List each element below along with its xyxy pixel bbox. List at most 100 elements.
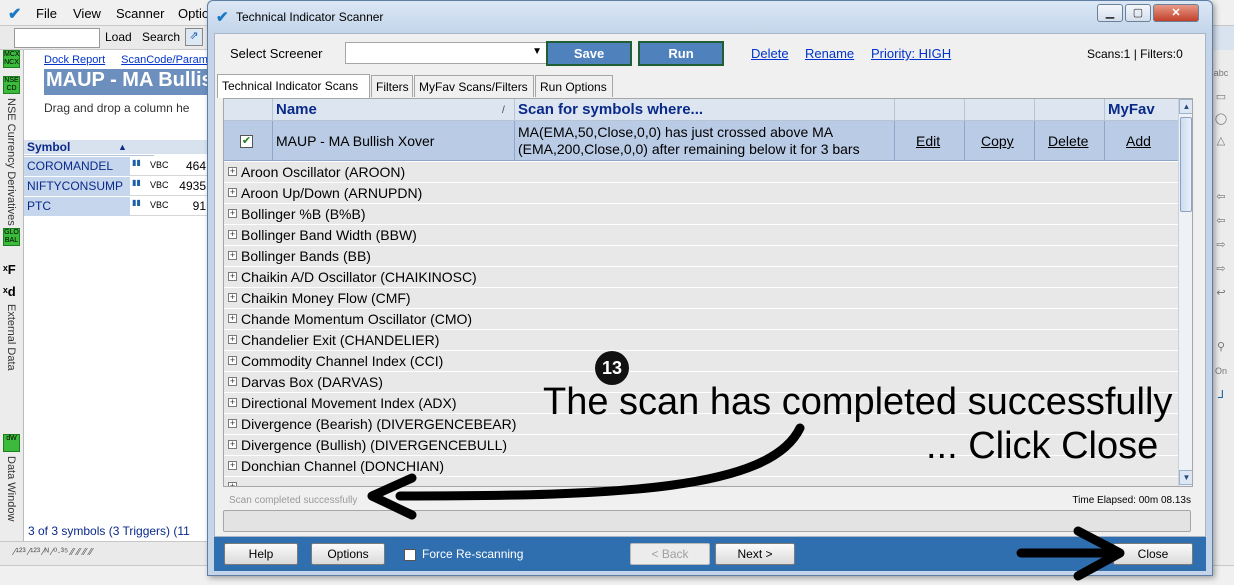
data-window-badge[interactable]: dW <box>3 434 20 452</box>
formula-icon[interactable]: ˣF <box>3 262 16 277</box>
data-window-tab[interactable]: Data Window <box>5 456 17 521</box>
symbol-search-input[interactable] <box>14 28 100 48</box>
indicator-row[interactable]: + Aroon Oscillator (AROON) <box>224 162 1178 183</box>
expand-icon[interactable]: + <box>228 419 237 428</box>
indicator-row[interactable]: + Bollinger Bands (BB) <box>224 246 1178 267</box>
arrow-return-tool-icon[interactable]: ↩ <box>1213 286 1229 302</box>
screener-dropdown[interactable]: ▼ <box>345 42 547 64</box>
scan-condition-column-header[interactable]: Scan for symbols where... <box>518 101 703 118</box>
expand-icon[interactable]: + <box>228 209 237 218</box>
ellipse-tool-icon[interactable]: ◯ <box>1213 112 1229 128</box>
arrow-left-tool-icon[interactable]: ⇦ <box>1213 190 1229 206</box>
window-close-button[interactable]: ✕ <box>1153 4 1199 22</box>
mcx-badge[interactable]: MCX NCX <box>3 50 20 68</box>
selected-scan-row[interactable]: ✔ MAUP - MA Bullish Xover MA(EMA,50,Clos… <box>224 121 1178 161</box>
expand-icon[interactable]: + <box>228 377 237 386</box>
indicator-label: Divergence (Bullish) (DIVERGENCEBULL) <box>241 437 508 453</box>
save-button[interactable]: Save <box>546 41 632 66</box>
expand-icon[interactable]: + <box>228 356 237 365</box>
tab-filters[interactable]: Filters <box>371 75 413 97</box>
expand-icon[interactable]: + <box>228 251 237 260</box>
indicator-row[interactable]: + Chaikin A/D Oscillator (CHAIKINOSC) <box>224 267 1178 288</box>
expand-icon[interactable]: + <box>228 335 237 344</box>
tab-technical-indicator-scans[interactable]: Technical Indicator Scans <box>217 74 370 98</box>
arrow-right-tool-icon[interactable]: ⇨ <box>1213 238 1229 254</box>
indicator-row[interactable]: + Chaikin Money Flow (CMF) <box>224 288 1178 309</box>
on-toggle[interactable]: On <box>1213 366 1229 382</box>
edit-link[interactable]: Edit <box>916 133 940 149</box>
add-myfav-link[interactable]: Add <box>1126 133 1151 149</box>
maximize-button[interactable]: ▢ <box>1125 4 1151 22</box>
expand-icon[interactable]: + <box>228 461 237 470</box>
copy-link[interactable]: Copy <box>981 133 1014 149</box>
tab-myfav-scans-filters[interactable]: MyFav Scans/Filters <box>414 75 534 97</box>
nse-currency-derivatives-tab[interactable]: NSE Currency Derivatives <box>5 98 17 226</box>
expand-icon[interactable]: + <box>228 398 237 407</box>
myfav-column-header[interactable]: MyFav <box>1108 101 1155 118</box>
text-tool-icon[interactable]: abc <box>1213 68 1229 84</box>
symbol-column-header[interactable]: Symbol ▲ <box>24 140 154 156</box>
symbol-row[interactable]: PTC ▮▮ VBC 91 <box>24 197 210 216</box>
expand-icon[interactable]: + <box>228 272 237 281</box>
dialog-titlebar[interactable]: ✔ Technical Indicator Scanner ▁ ▢ ✕ <box>208 1 1212 33</box>
scroll-up-icon[interactable]: ▲ <box>1179 99 1192 114</box>
expand-icon[interactable]: + <box>228 188 237 197</box>
delete-link[interactable]: Delete <box>751 46 789 61</box>
scroll-down-icon[interactable]: ▼ <box>1179 470 1192 485</box>
expand-icon[interactable]: + <box>228 293 237 302</box>
nse-cd-badge[interactable]: NSE CD <box>3 76 20 94</box>
external-data-tab[interactable]: External Data <box>5 304 17 371</box>
symbol-row[interactable]: COROMANDEL ▮▮ VBC 464 <box>24 157 210 176</box>
grid-vertical-scrollbar[interactable]: ▲ ▼ <box>1178 99 1192 486</box>
run-button[interactable]: Run <box>638 41 724 66</box>
load-button[interactable]: Load <box>105 30 132 44</box>
expand-icon[interactable]: + <box>228 440 237 449</box>
triangle-tool-icon[interactable]: △ <box>1213 134 1229 150</box>
rename-link[interactable]: Rename <box>805 46 854 61</box>
scrollbar-thumb[interactable] <box>1180 117 1192 212</box>
arrow-left2-tool-icon[interactable]: ⇦ <box>1213 214 1229 230</box>
indicator-row[interactable]: + Bollinger %B (B%B) <box>224 204 1178 225</box>
indicator-row[interactable]: + Chandelier Exit (CHANDELIER) <box>224 330 1178 351</box>
minimize-button[interactable]: ▁ <box>1097 4 1123 22</box>
symbol-row[interactable]: NIFTYCONSUMP ▮▮ VBC 4935 <box>24 177 210 196</box>
chart-icon[interactable]: ▮▮ <box>132 198 148 214</box>
indicator-row[interactable]: + Aroon Up/Down (ARNUPDN) <box>224 183 1178 204</box>
indicator-row[interactable]: + Bollinger Band Width (BBW) <box>224 225 1178 246</box>
properties-tool-icon[interactable]: ⅃ <box>1213 388 1229 404</box>
next-button[interactable]: Next > <box>715 543 795 565</box>
tab-run-options[interactable]: Run Options <box>535 75 613 97</box>
data-icon[interactable]: ˣd <box>3 284 16 299</box>
indicator-row[interactable]: + Chande Momentum Oscillator (CMO) <box>224 309 1178 330</box>
options-button[interactable]: Options <box>311 543 385 565</box>
rectangle-tool-icon[interactable]: ▭ <box>1213 90 1229 106</box>
menu-file[interactable]: File <box>36 6 57 21</box>
expand-icon[interactable]: + <box>228 482 237 486</box>
expand-icon[interactable]: + <box>228 167 237 176</box>
menu-options[interactable]: Optio <box>178 6 209 21</box>
drawing-tools-icon[interactable]: ⁄¹²³ ⁄¹²³ ⁄ᴺ ⁄⁰·³⁵ ⁄⁄ ⁄⁄ ⁄⁄ ⁄⁄ <box>14 547 93 558</box>
menu-scanner[interactable]: Scanner <box>116 6 164 21</box>
back-button[interactable]: < Back <box>630 543 710 565</box>
priority-link[interactable]: Priority: HIGH <box>871 46 951 61</box>
arrow-right2-tool-icon[interactable]: ⇨ <box>1213 262 1229 278</box>
close-button[interactable]: Close <box>1113 543 1193 565</box>
delete-scan-link[interactable]: Delete <box>1048 133 1088 149</box>
global-badge[interactable]: GLO BAL <box>3 228 20 246</box>
dock-report-link[interactable]: Dock Report <box>44 54 105 66</box>
force-rescanning-checkbox[interactable] <box>404 549 416 561</box>
chart-icon[interactable]: ▮▮ <box>132 178 148 194</box>
help-button[interactable]: Help <box>224 543 298 565</box>
chart-tool-icon[interactable]: ⇗ <box>185 28 203 46</box>
chart-icon[interactable]: ▮▮ <box>132 158 148 174</box>
expand-icon[interactable]: + <box>228 314 237 323</box>
indicator-row[interactable]: + <box>224 477 1178 486</box>
indicator-row[interactable]: + Commodity Channel Index (CCI) <box>224 351 1178 372</box>
expand-icon[interactable]: + <box>228 230 237 239</box>
scan-checkbox[interactable]: ✔ <box>240 135 253 148</box>
search-button[interactable]: Search <box>142 30 180 44</box>
menu-view[interactable]: View <box>73 6 101 21</box>
scancode-param-link[interactable]: ScanCode/Param <box>121 54 208 66</box>
name-column-header[interactable]: Name <box>276 101 317 118</box>
pin-tool-icon[interactable]: ⚲ <box>1213 340 1229 356</box>
